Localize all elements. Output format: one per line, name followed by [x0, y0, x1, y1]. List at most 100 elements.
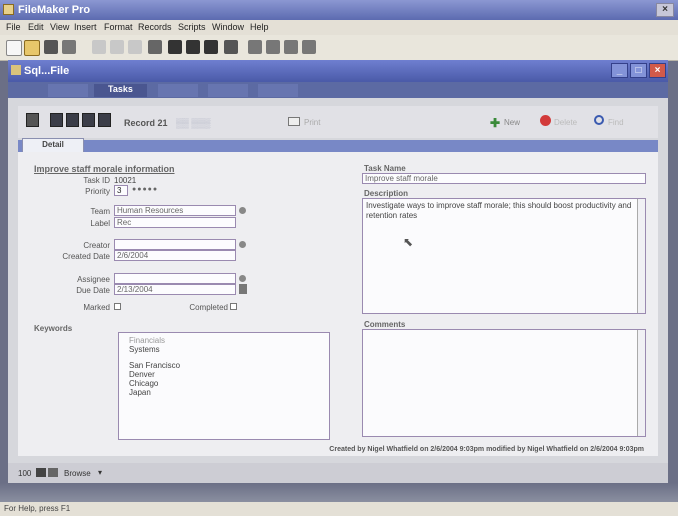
menu-window[interactable]: Window [212, 22, 244, 32]
task-form: Improve staff morale information Task ID… [18, 152, 658, 456]
keywords-list[interactable]: Financials Systems San Francisco Denver … [118, 332, 330, 440]
task-name-label: Task Name [364, 164, 406, 173]
zoom-level[interactable]: 100 [18, 469, 31, 478]
menu-scripts[interactable]: Scripts [178, 22, 206, 32]
help-text: For Help, press F1 [4, 504, 71, 513]
keyword-item[interactable]: Financials [129, 336, 165, 345]
add-icon[interactable]: ✚ [490, 116, 500, 130]
toolbar [0, 35, 678, 61]
menu-edit[interactable]: Edit [28, 22, 44, 32]
undo-icon[interactable] [148, 40, 162, 54]
browse-mode-icon[interactable] [284, 40, 298, 54]
record-count: ▒▒ ▒▒▒ [176, 118, 211, 128]
sort-asc-icon[interactable] [266, 40, 280, 54]
description-text: Investigate ways to improve staff morale… [366, 201, 632, 220]
comments-scrollbar[interactable] [637, 330, 645, 436]
paste-icon[interactable] [128, 40, 142, 54]
layout-icon[interactable] [248, 40, 262, 54]
sort-icon[interactable] [224, 40, 238, 54]
layout-mode-icon[interactable] [302, 40, 316, 54]
record-bar: Record 21 ▒▒ ▒▒▒ Print ✚ New Delete Find [18, 106, 658, 138]
tab-inactive[interactable] [158, 84, 198, 97]
new-button[interactable]: New [504, 118, 520, 127]
description-scrollbar[interactable] [637, 199, 645, 313]
priority-label: Priority [85, 187, 110, 196]
tab-tasks[interactable]: Tasks [94, 84, 147, 97]
completed-checkbox[interactable] [230, 303, 237, 310]
first-record-icon[interactable] [50, 113, 63, 127]
label-field[interactable]: Rec [114, 217, 236, 228]
new-file-icon[interactable] [6, 40, 22, 56]
keyword-item[interactable]: Japan [129, 388, 151, 397]
team-label: Team [90, 207, 110, 216]
detail-strip [18, 140, 658, 152]
spellcheck-icon[interactable] [62, 40, 76, 54]
menu-format[interactable]: Format [104, 22, 133, 32]
keyword-item[interactable]: Denver [129, 370, 155, 379]
mode-selector[interactable]: Browse [64, 469, 91, 478]
keyword-item[interactable]: Systems [129, 345, 160, 354]
zoom-out-icon[interactable] [36, 468, 46, 477]
menu-help[interactable]: Help [250, 22, 269, 32]
print-label[interactable]: Print [304, 118, 320, 127]
menu-records[interactable]: Records [138, 22, 172, 32]
task-id-value: 10021 [114, 176, 137, 185]
cut-icon[interactable] [92, 40, 106, 54]
tab-detail[interactable]: Detail [22, 138, 84, 152]
comments-field[interactable] [362, 329, 646, 437]
marked-label: Marked [83, 303, 110, 312]
priority-rating[interactable]: ●●●●● [132, 186, 158, 193]
delete-record-icon[interactable] [186, 40, 200, 54]
menu-bar: File Edit View Insert Format Records Scr… [0, 20, 678, 35]
assignee-field[interactable] [114, 273, 236, 284]
record-label: Record 21 [124, 118, 168, 128]
prev-record-icon[interactable] [66, 113, 79, 127]
tab-inactive[interactable] [208, 84, 248, 97]
created-date-field[interactable]: 2/6/2004 [114, 250, 236, 261]
minimize-icon[interactable]: _ [611, 63, 628, 78]
print-icon[interactable] [288, 117, 300, 126]
keyword-item[interactable]: San Francisco [129, 361, 180, 370]
print-icon[interactable] [44, 40, 58, 54]
find-icon[interactable] [594, 115, 604, 125]
status-bar: 100 Browse ▾ [8, 463, 668, 483]
last-record-icon[interactable] [98, 113, 111, 127]
document-title: Sql...File [24, 65, 70, 77]
filemaker-icon [3, 4, 14, 15]
menu-insert[interactable]: Insert [74, 22, 97, 32]
due-date-field[interactable]: 2/13/2004 [114, 284, 236, 295]
open-folder-icon[interactable] [24, 40, 40, 56]
keywords-label: Keywords [34, 324, 73, 333]
find-button[interactable]: Find [608, 118, 624, 127]
delete-button[interactable]: Delete [554, 118, 577, 127]
tab-inactive[interactable] [258, 84, 298, 97]
assignee-dropdown-icon[interactable] [239, 275, 246, 282]
label-label: Label [90, 219, 110, 228]
find-icon[interactable] [204, 40, 218, 54]
team-dropdown-icon[interactable] [239, 207, 246, 214]
creator-field[interactable] [114, 239, 236, 250]
keyword-item[interactable]: Chicago [129, 379, 158, 388]
copy-icon[interactable] [110, 40, 124, 54]
task-name-field[interactable]: Improve staff morale [362, 173, 646, 184]
next-record-icon[interactable] [82, 113, 95, 127]
new-record-icon[interactable] [168, 40, 182, 54]
menu-file[interactable]: File [6, 22, 21, 32]
zoom-in-icon[interactable] [48, 468, 58, 477]
calendar-icon[interactable] [239, 284, 247, 294]
creator-dropdown-icon[interactable] [239, 241, 246, 248]
menu-view[interactable]: View [50, 22, 69, 32]
mode-dropdown-icon[interactable]: ▾ [98, 468, 102, 477]
close-icon[interactable]: × [649, 63, 666, 78]
creator-label: Creator [83, 241, 110, 250]
description-field[interactable]: Investigate ways to improve staff morale… [362, 198, 646, 314]
tab-inactive[interactable] [48, 84, 88, 97]
mouse-cursor-icon: ⬉ [403, 235, 414, 249]
maximize-icon[interactable]: □ [630, 63, 647, 78]
delete-icon[interactable] [540, 115, 551, 126]
close-icon[interactable]: × [656, 3, 674, 17]
layout-icon[interactable] [26, 113, 39, 127]
priority-field[interactable]: 3 [114, 185, 128, 196]
marked-checkbox[interactable] [114, 303, 121, 310]
team-field[interactable]: Human Resources [114, 205, 236, 216]
